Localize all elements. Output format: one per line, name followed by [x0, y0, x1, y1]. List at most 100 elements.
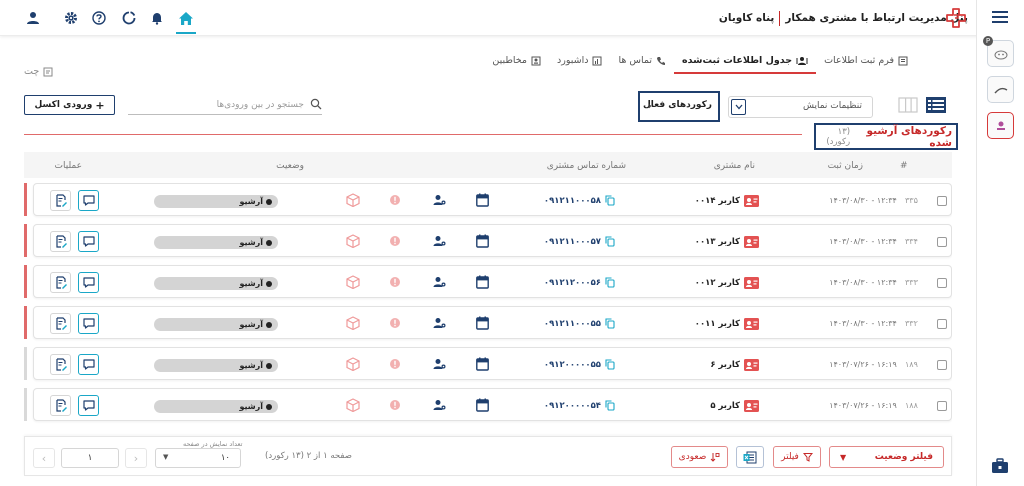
tab-calls[interactable]: تماس ها [610, 55, 674, 72]
contact-card-icon [744, 235, 759, 248]
status-badge[interactable]: آرشیو [154, 400, 278, 413]
sidebar-app-avatar-active[interactable] [987, 112, 1014, 139]
table-view-icon[interactable] [926, 97, 946, 113]
alert-icon[interactable] [389, 276, 401, 288]
status-filter-select[interactable]: فیلتر وضعیت ▼ [829, 446, 944, 468]
tab-contacts[interactable]: مخاطبین [484, 55, 549, 72]
row-checkbox[interactable] [937, 319, 947, 329]
row-checkbox[interactable] [937, 360, 947, 370]
filter-button[interactable]: فیلتر [773, 446, 821, 468]
calendar-icon[interactable] [476, 316, 489, 330]
row-status-bar [24, 347, 27, 380]
edit-document-button[interactable] [50, 190, 71, 211]
status-badge[interactable]: آرشیو [154, 277, 278, 290]
alert-icon[interactable] [389, 317, 401, 329]
display-settings-label: تنظیمات نمایش [802, 101, 862, 111]
refresh-icon[interactable] [120, 9, 138, 27]
bell-icon[interactable] [148, 9, 166, 27]
message-button[interactable] [78, 354, 99, 375]
chat-link[interactable]: چت [24, 66, 53, 77]
alert-icon[interactable] [389, 399, 401, 411]
excel-export-button[interactable] [736, 446, 764, 468]
row-checkbox[interactable] [937, 196, 947, 206]
columns-view-icon[interactable] [898, 97, 918, 113]
edit-document-button[interactable] [50, 272, 71, 293]
message-button[interactable] [78, 272, 99, 293]
copy-icon[interactable] [605, 359, 615, 370]
gear-icon[interactable] [62, 9, 80, 27]
calendar-icon[interactable] [476, 275, 489, 289]
copy-icon[interactable] [605, 318, 615, 329]
user-icon[interactable] [24, 9, 42, 27]
status-dot [266, 198, 272, 205]
calendar-icon[interactable] [476, 234, 489, 248]
row-number: ۱۸۸ [905, 401, 918, 410]
display-settings-select[interactable]: تنظیمات نمایش [728, 96, 873, 118]
tab-registration-form[interactable]: فرم ثبت اطلاعات [816, 55, 916, 72]
assign-user-icon[interactable] [433, 235, 446, 247]
row-number: ۳۳۲ [905, 319, 918, 328]
help-icon[interactable] [90, 9, 108, 27]
assign-user-icon[interactable] [433, 194, 446, 206]
edit-document-button[interactable] [50, 313, 71, 334]
sort-ascending-button[interactable]: صعودی [671, 446, 728, 468]
status-badge[interactable]: آرشیو [154, 236, 278, 249]
package-icon[interactable] [346, 357, 360, 371]
alert-icon[interactable] [389, 235, 401, 247]
home-icon[interactable] [177, 9, 195, 27]
alert-icon[interactable] [389, 194, 401, 206]
row-checkbox[interactable] [937, 237, 947, 247]
calendar-icon[interactable] [476, 193, 489, 207]
assign-user-icon[interactable] [433, 358, 446, 370]
message-icon [82, 195, 95, 206]
prev-page-button[interactable]: ‹ [33, 448, 55, 468]
edit-document-button[interactable] [50, 395, 71, 416]
edit-document-button[interactable] [50, 354, 71, 375]
assign-user-icon[interactable] [433, 276, 446, 288]
calendar-icon[interactable] [476, 357, 489, 371]
message-button[interactable] [78, 313, 99, 334]
sort-icon [710, 453, 720, 462]
package-icon[interactable] [346, 316, 360, 330]
copy-icon[interactable] [605, 236, 615, 247]
next-page-button[interactable]: › [125, 448, 147, 468]
copy-icon[interactable] [605, 277, 615, 288]
tab-label: مخاطبین [492, 55, 528, 66]
copy-icon[interactable] [605, 400, 615, 411]
hamburger-menu-icon[interactable] [991, 10, 1009, 24]
active-records-button[interactable]: رکوردهای فعال › [638, 91, 720, 122]
copy-icon[interactable] [605, 195, 615, 206]
dashboard-icon [592, 56, 602, 65]
tab-records-table[interactable]: جدول اطلاعات ثبت‌شده [674, 55, 817, 74]
package-icon[interactable] [346, 193, 360, 207]
edit-document-button[interactable] [50, 231, 71, 252]
calendar-icon[interactable] [476, 398, 489, 412]
assign-user-icon[interactable] [433, 399, 446, 411]
row-checkbox[interactable] [937, 401, 947, 411]
row-checkbox[interactable] [937, 278, 947, 288]
assign-user-icon[interactable] [433, 317, 446, 329]
status-badge[interactable]: آرشیو [154, 359, 278, 372]
page-number-input[interactable]: ۱ [61, 448, 119, 468]
tab-label: داشبورد [557, 55, 589, 66]
search-input[interactable] [134, 97, 304, 112]
phone-icon [657, 56, 666, 65]
package-icon[interactable] [346, 398, 360, 412]
right-sidebar: P [976, 0, 1024, 486]
sidebar-app-avatar-2[interactable] [987, 76, 1014, 103]
column-operations: عملیات [54, 161, 82, 171]
table-row: ۱۸۹ ۱۴۰۳/۰۷/۲۶ - ۱۶:۱۹ کاربر ۶ ۰۹۱۲۰۰۰۰۰… [24, 347, 952, 380]
alert-icon[interactable] [389, 358, 401, 370]
status-badge[interactable]: آرشیو [154, 195, 278, 208]
package-icon[interactable] [346, 234, 360, 248]
per-page-select[interactable]: ۱۰ ▼ [155, 448, 241, 468]
package-icon[interactable] [346, 275, 360, 289]
message-button[interactable] [78, 190, 99, 211]
status-badge[interactable]: آرشیو [154, 318, 278, 331]
briefcase-icon[interactable] [991, 458, 1009, 474]
chevron-down-icon[interactable] [731, 99, 746, 115]
message-button[interactable] [78, 395, 99, 416]
excel-import-button[interactable]: + ورودی اکسل [24, 95, 115, 115]
tab-dashboard[interactable]: داشبورد [549, 55, 610, 72]
message-button[interactable] [78, 231, 99, 252]
